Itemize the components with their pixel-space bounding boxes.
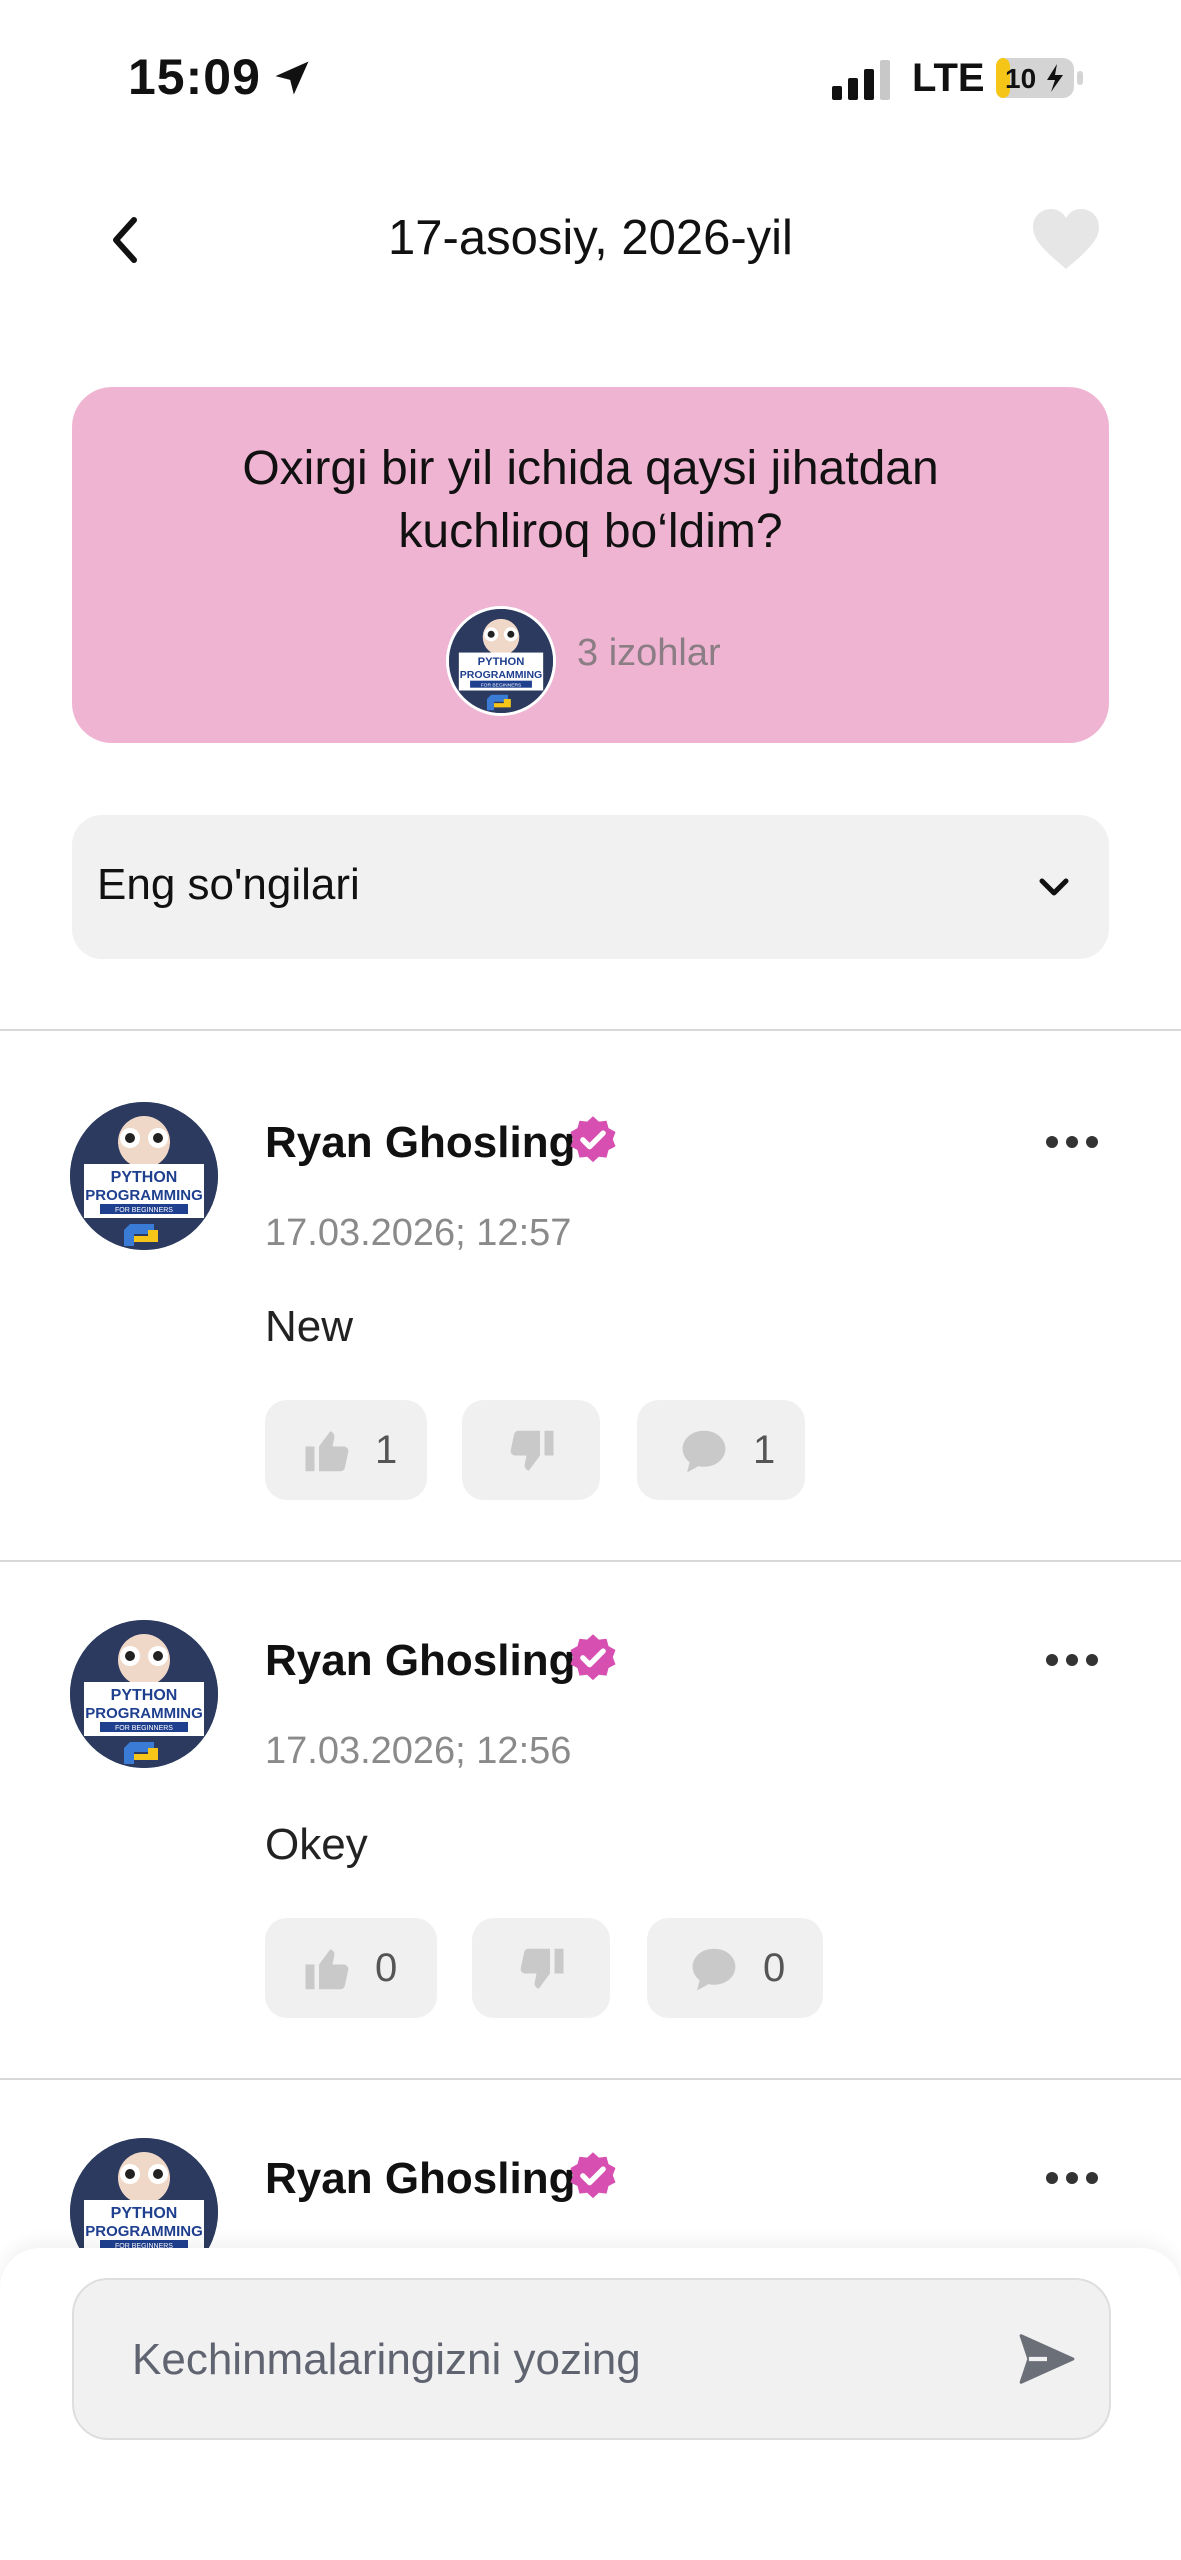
svg-text:FOR BEGINNERS: FOR BEGINNERS — [481, 682, 522, 688]
python-book-cover-icon: PYTHON PROGRAMMING FOR BEGINNERS — [70, 1102, 218, 1250]
more-options-icon[interactable] — [1044, 1650, 1100, 1670]
divider — [0, 2078, 1181, 2080]
divider — [0, 1560, 1181, 1562]
comment-bubble-icon — [682, 1430, 726, 1473]
sort-selected-label: Eng so'ngilari — [97, 860, 360, 909]
location-arrow-icon — [275, 61, 309, 95]
status-time: 15:09 — [128, 49, 261, 105]
verified-badge-icon — [570, 2152, 616, 2199]
comment-item: PYTHON PROGRAMMING FOR BEGINNERS Ryan Gh… — [0, 2138, 1181, 2248]
python-book-cover-icon: PYTHON PROGRAMMING FOR BEGINNERS — [70, 1620, 218, 1768]
thumbs-down-icon — [520, 1948, 564, 1989]
svg-text:PYTHON: PYTHON — [478, 656, 525, 668]
python-book-cover-icon: PYTHON PROGRAMMING FOR BEGINNERS — [70, 2138, 218, 2248]
comment-date: 17.03.2026; 12:57 — [265, 1212, 572, 1254]
comment-item: PYTHON PROGRAMMING FOR BEGINNERS Ryan Gh… — [0, 1620, 1181, 2020]
author-name[interactable]: Ryan Ghosling — [265, 1636, 575, 1686]
network-type: LTE — [912, 56, 985, 100]
reply-button[interactable]: 0 — [647, 1918, 823, 2018]
avatar[interactable]: PYTHON PROGRAMMING FOR BEGINNERS — [70, 2138, 218, 2248]
comment-text: New — [265, 1302, 354, 1351]
sort-dropdown[interactable]: Eng so'ngilari — [72, 815, 1109, 959]
svg-text:PROGRAMMING: PROGRAMMING — [85, 2223, 203, 2240]
comment-input[interactable] — [130, 2280, 994, 2440]
like-count: 0 — [375, 1946, 398, 1990]
avatar[interactable]: PYTHON PROGRAMMING FOR BEGINNERS — [70, 1620, 218, 1768]
like-button[interactable]: 1 — [265, 1400, 427, 1500]
svg-text:PYTHON: PYTHON — [111, 1169, 178, 1186]
author-name[interactable]: Ryan Ghosling — [265, 1118, 575, 1168]
more-options-icon[interactable] — [1044, 2168, 1100, 2188]
python-book-cover-icon: PYTHON PROGRAMMING FOR BEGINNERS — [449, 609, 553, 713]
comment-bubble-icon — [692, 1948, 736, 1991]
question-text: Oxirgi bir yil ichida qaysi jihatdan kuc… — [242, 442, 939, 558]
reply-count: 0 — [763, 1946, 786, 1990]
battery-charging-icon: 10 — [996, 58, 1083, 98]
reply-button[interactable]: 1 — [637, 1400, 805, 1500]
comment-item: PYTHON PROGRAMMING FOR BEGINNERS Ryan Gh… — [0, 1102, 1181, 1502]
thumbs-down-icon — [510, 1430, 554, 1471]
svg-text:FOR BEGINNERS: FOR BEGINNERS — [115, 1207, 173, 1214]
svg-text:PROGRAMMING: PROGRAMMING — [460, 669, 543, 681]
svg-text:PYTHON: PYTHON — [111, 1687, 178, 1704]
thumbs-up-icon — [305, 1431, 349, 1472]
comments-count[interactable]: 3 izohlar — [577, 632, 721, 675]
comment-date: 17.03.2026; 12:56 — [265, 1730, 572, 1772]
battery-level: 10 — [1005, 63, 1036, 94]
reply-count: 1 — [753, 1428, 776, 1472]
comment-input-box — [72, 2278, 1111, 2440]
verified-badge-icon — [570, 1116, 616, 1163]
comment-text: Okey — [265, 1820, 368, 1869]
comment-composer — [0, 2248, 1181, 2560]
send-icon[interactable] — [1014, 2328, 1080, 2390]
cellular-signal-icon — [832, 60, 890, 100]
svg-text:PROGRAMMING: PROGRAMMING — [85, 1187, 203, 1204]
page-title: 17-asosiy, 2026-yil — [388, 211, 793, 265]
heart-icon[interactable] — [1030, 206, 1102, 272]
like-button[interactable]: 0 — [265, 1918, 437, 2018]
author-name[interactable]: Ryan Ghosling — [265, 2154, 575, 2204]
like-count: 1 — [375, 1428, 398, 1472]
svg-text:FOR BEGINNERS: FOR BEGINNERS — [115, 1725, 173, 1732]
more-options-icon[interactable] — [1044, 1132, 1100, 1152]
avatar[interactable]: PYTHON PROGRAMMING FOR BEGINNERS — [70, 1102, 218, 1250]
avatar[interactable]: PYTHON PROGRAMMING FOR BEGINNERS — [446, 606, 556, 716]
svg-text:PROGRAMMING: PROGRAMMING — [85, 1705, 203, 1722]
svg-text:PYTHON: PYTHON — [111, 2205, 178, 2222]
status-bar: 15:09 LTE 10 — [0, 0, 1181, 160]
divider — [0, 1029, 1181, 1031]
chevron-down-icon — [1039, 878, 1069, 896]
question-card: Oxirgi bir yil ichida qaysi jihatdan kuc… — [72, 387, 1109, 743]
verified-badge-icon — [570, 1634, 616, 1681]
thumbs-up-icon — [305, 1949, 349, 1990]
dislike-button[interactable] — [462, 1400, 600, 1500]
dislike-button[interactable] — [472, 1918, 610, 2018]
